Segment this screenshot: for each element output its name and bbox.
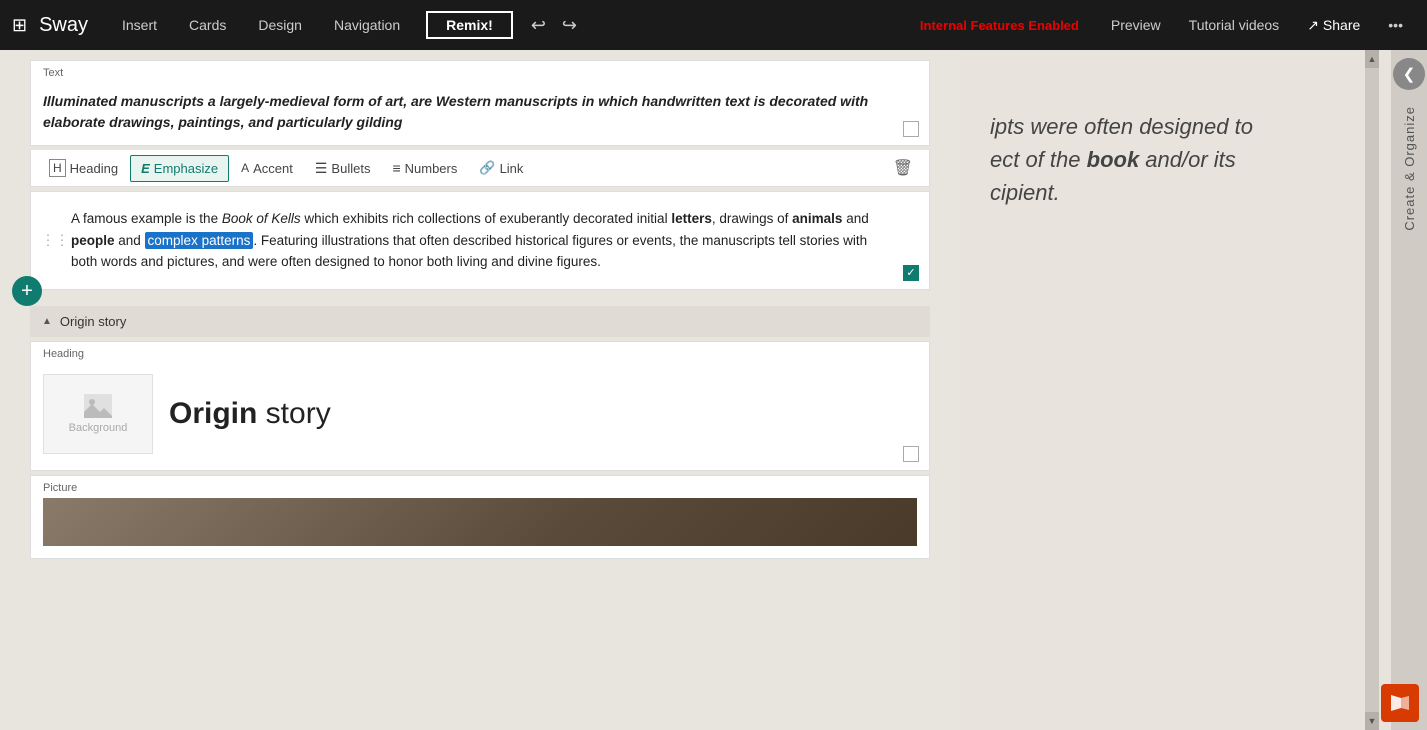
- internal-features-label: Internal Features Enabled: [920, 18, 1079, 33]
- menu-design[interactable]: Design: [244, 0, 316, 50]
- numbers-icon: ≡: [392, 160, 400, 176]
- menu-navigation[interactable]: Navigation: [320, 0, 414, 50]
- share-icon: ↗: [1307, 17, 1319, 34]
- heading-card-label: Heading: [31, 342, 929, 364]
- collapse-sidebar-button[interactable]: ❮: [1393, 58, 1425, 90]
- heading-rest-text: story: [257, 397, 330, 430]
- grid-icon[interactable]: ⊞: [12, 15, 27, 36]
- scroll-up-button[interactable]: ▲: [1365, 50, 1379, 68]
- heading-card-checkbox[interactable]: [903, 446, 919, 462]
- editor-panel: Text Illuminated manuscripts a largely-m…: [0, 50, 960, 730]
- remix-button[interactable]: Remix!: [426, 11, 513, 39]
- add-card-button[interactable]: +: [12, 276, 42, 306]
- link-icon: 🔗: [479, 160, 495, 176]
- link-button[interactable]: 🔗 Link: [469, 155, 533, 181]
- more-button[interactable]: •••: [1376, 17, 1415, 33]
- bold-people: people: [71, 233, 115, 248]
- drag-handle: ⋮⋮: [41, 232, 69, 249]
- italic-text: Book of Kells: [222, 211, 301, 226]
- text-body-paragraph: A famous example is the Book of Kells wh…: [71, 208, 889, 273]
- delete-button[interactable]: 🗑: [885, 154, 921, 182]
- heading-text[interactable]: Origin story: [169, 397, 331, 431]
- accent-button[interactable]: A Accent: [231, 156, 303, 181]
- background-placeholder[interactable]: Background: [43, 374, 153, 454]
- text-card-label: Text: [31, 61, 929, 83]
- picture-label: Picture: [31, 476, 929, 498]
- section-origin-story[interactable]: ▲ Origin story: [30, 306, 930, 337]
- heading-button[interactable]: H Heading: [39, 154, 128, 182]
- share-button[interactable]: ↗ Share: [1295, 17, 1372, 34]
- picture-card: Picture: [30, 475, 930, 559]
- menu-cards[interactable]: Cards: [175, 0, 240, 50]
- topbar: ⊞ Sway Insert Cards Design Navigation Re…: [0, 0, 1427, 50]
- section-title: Origin story: [60, 314, 126, 329]
- bullets-icon: ☰: [315, 160, 328, 177]
- menu-insert[interactable]: Insert: [108, 0, 171, 50]
- formatting-toolbar: H Heading E Emphasize A Accent ☰ Bullets…: [30, 150, 930, 187]
- text-card-content[interactable]: Illuminated manuscripts a largely-mediev…: [31, 83, 929, 145]
- office-logo-badge: [1381, 684, 1419, 722]
- heading-icon: H: [49, 159, 66, 177]
- scroll-down-button[interactable]: ▼: [1365, 712, 1379, 730]
- tutorial-button[interactable]: Tutorial videos: [1177, 17, 1292, 33]
- undo-button[interactable]: ↩: [525, 15, 552, 36]
- preview-button[interactable]: Preview: [1099, 17, 1173, 33]
- placeholder-img-icon: [84, 394, 112, 418]
- text-card: Text Illuminated manuscripts a largely-m…: [30, 60, 930, 146]
- create-organize-sidebar: ❮ Create & Organize: [1391, 50, 1427, 730]
- text-card-checkbox[interactable]: [903, 121, 919, 137]
- bold-animals: animals: [792, 211, 842, 226]
- office-icon: [1388, 691, 1412, 715]
- redo-button[interactable]: ↪: [556, 15, 583, 36]
- heading-card-content: Background Origin story: [31, 364, 929, 470]
- bold-letters: letters: [671, 211, 712, 226]
- emphasize-icon: E: [141, 161, 150, 176]
- numbers-button[interactable]: ≡ Numbers: [382, 155, 467, 181]
- text-body-card[interactable]: ⋮⋮ A famous example is the Book of Kells…: [30, 191, 930, 290]
- accent-icon: A: [241, 161, 249, 175]
- app-logo: Sway: [39, 14, 88, 37]
- collapse-icon: ▲: [42, 316, 52, 327]
- main-layout: Text Illuminated manuscripts a largely-m…: [0, 50, 1427, 730]
- right-scrollbar: ▲ ▼: [1365, 50, 1379, 730]
- emphasize-button[interactable]: E Emphasize: [130, 155, 229, 182]
- preview-content: ipts were often designed toect of the bo…: [960, 50, 1427, 229]
- picture-preview[interactable]: [43, 498, 917, 546]
- background-label: Background: [69, 422, 128, 434]
- bullets-button[interactable]: ☰ Bullets: [305, 155, 381, 182]
- highlighted-text: complex patterns: [145, 232, 254, 249]
- heading-bold-text: Origin: [169, 397, 257, 430]
- preview-text: ipts were often designed toect of the bo…: [990, 110, 1347, 209]
- text-body-checkbox[interactable]: ✓: [903, 265, 919, 281]
- right-panel: ▲ ▼ ❮ Create & Organize ipts were often …: [960, 50, 1427, 730]
- heading-card: Heading Background Origin story: [30, 341, 930, 471]
- create-organize-label: Create & Organize: [1402, 106, 1417, 231]
